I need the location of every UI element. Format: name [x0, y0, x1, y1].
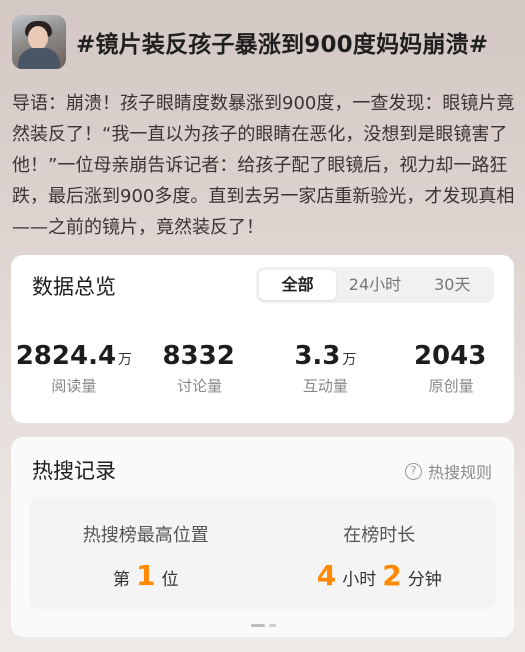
stat-original: 2043 原创量 — [388, 341, 514, 396]
hot-search-card: 热搜记录 ? 热搜规则 热搜榜最高位置 第1位 在榜时长 4 小时 2 分钟 — [11, 437, 514, 637]
stat-unit: 万 — [342, 352, 357, 368]
duration-hours: 4 — [316, 559, 337, 592]
duration-hours-unit: 小时 — [342, 570, 377, 590]
stat-label: 讨论量 — [177, 377, 223, 395]
lead-text: 导语：崩溃！孩子眼睛度数暴涨到900度，一查发现：眼镜片竟然装反了！“我一直以为… — [12, 93, 515, 238]
hot-rules-label: 热搜规则 — [427, 463, 492, 482]
page-indicator — [251, 624, 276, 627]
stat-value: 2824.4 — [15, 341, 117, 371]
tab-all[interactable]: 全部 — [259, 270, 337, 300]
stat-value: 8332 — [162, 341, 235, 371]
duration-label: 在榜时长 — [343, 525, 416, 546]
time-range-tabs: 全部 24小时 30天 — [256, 267, 494, 303]
page-dot — [269, 624, 276, 627]
topic-title: #镜片装反孩子暴涨到900度妈妈崩溃# — [76, 32, 489, 58]
topic-header: #镜片装反孩子暴涨到900度妈妈崩溃# — [12, 12, 515, 72]
question-icon: ? — [404, 462, 422, 480]
duration-value: 4 小时 2 分钟 — [263, 559, 497, 592]
stat-reads: 2824.4 万 阅读量 — [11, 341, 137, 396]
hot-rules-link[interactable]: ? 热搜规则 — [404, 459, 492, 483]
stat-label: 阅读量 — [51, 377, 97, 395]
tab-30d[interactable]: 30天 — [414, 270, 491, 300]
position-number: 1 — [136, 559, 156, 592]
page-dot-active — [251, 624, 265, 627]
on-list-duration: 在榜时长 4 小时 2 分钟 — [263, 497, 497, 609]
duration-minutes-unit: 分钟 — [407, 570, 442, 590]
tab-24h[interactable]: 24小时 — [336, 270, 413, 300]
highest-position-label: 热搜榜最高位置 — [82, 525, 209, 546]
stat-label: 原创量 — [428, 377, 474, 395]
stat-value: 2043 — [413, 341, 487, 371]
duration-minutes: 2 — [382, 559, 402, 592]
hot-record-panel: 热搜榜最高位置 第1位 在榜时长 4 小时 2 分钟 — [29, 497, 496, 609]
stat-label: 互动量 — [302, 377, 348, 395]
hot-heading: 热搜记录 — [32, 459, 116, 483]
avatar-face — [28, 26, 48, 50]
stat-interactions: 3.3 万 互动量 — [263, 341, 389, 396]
stat-discussions: 8332 讨论量 — [137, 341, 263, 396]
highest-position-value: 第1位 — [29, 559, 263, 592]
avatar-body — [18, 48, 60, 69]
highest-position: 热搜榜最高位置 第1位 — [29, 497, 263, 609]
stat-unit: 万 — [118, 352, 133, 368]
stats-row: 2824.4 万 阅读量 8332 讨论量 3.3 万 互动量 2043 原创量 — [11, 341, 514, 396]
data-overview-card: 数据总览 全部 24小时 30天 2824.4 万 阅读量 8332 讨论量 3.… — [11, 255, 514, 423]
position-prefix: 第 — [113, 570, 130, 590]
position-suffix: 位 — [161, 570, 179, 590]
overview-heading: 数据总览 — [32, 275, 116, 299]
topic-avatar[interactable] — [12, 15, 66, 69]
stat-value: 3.3 — [294, 341, 341, 371]
